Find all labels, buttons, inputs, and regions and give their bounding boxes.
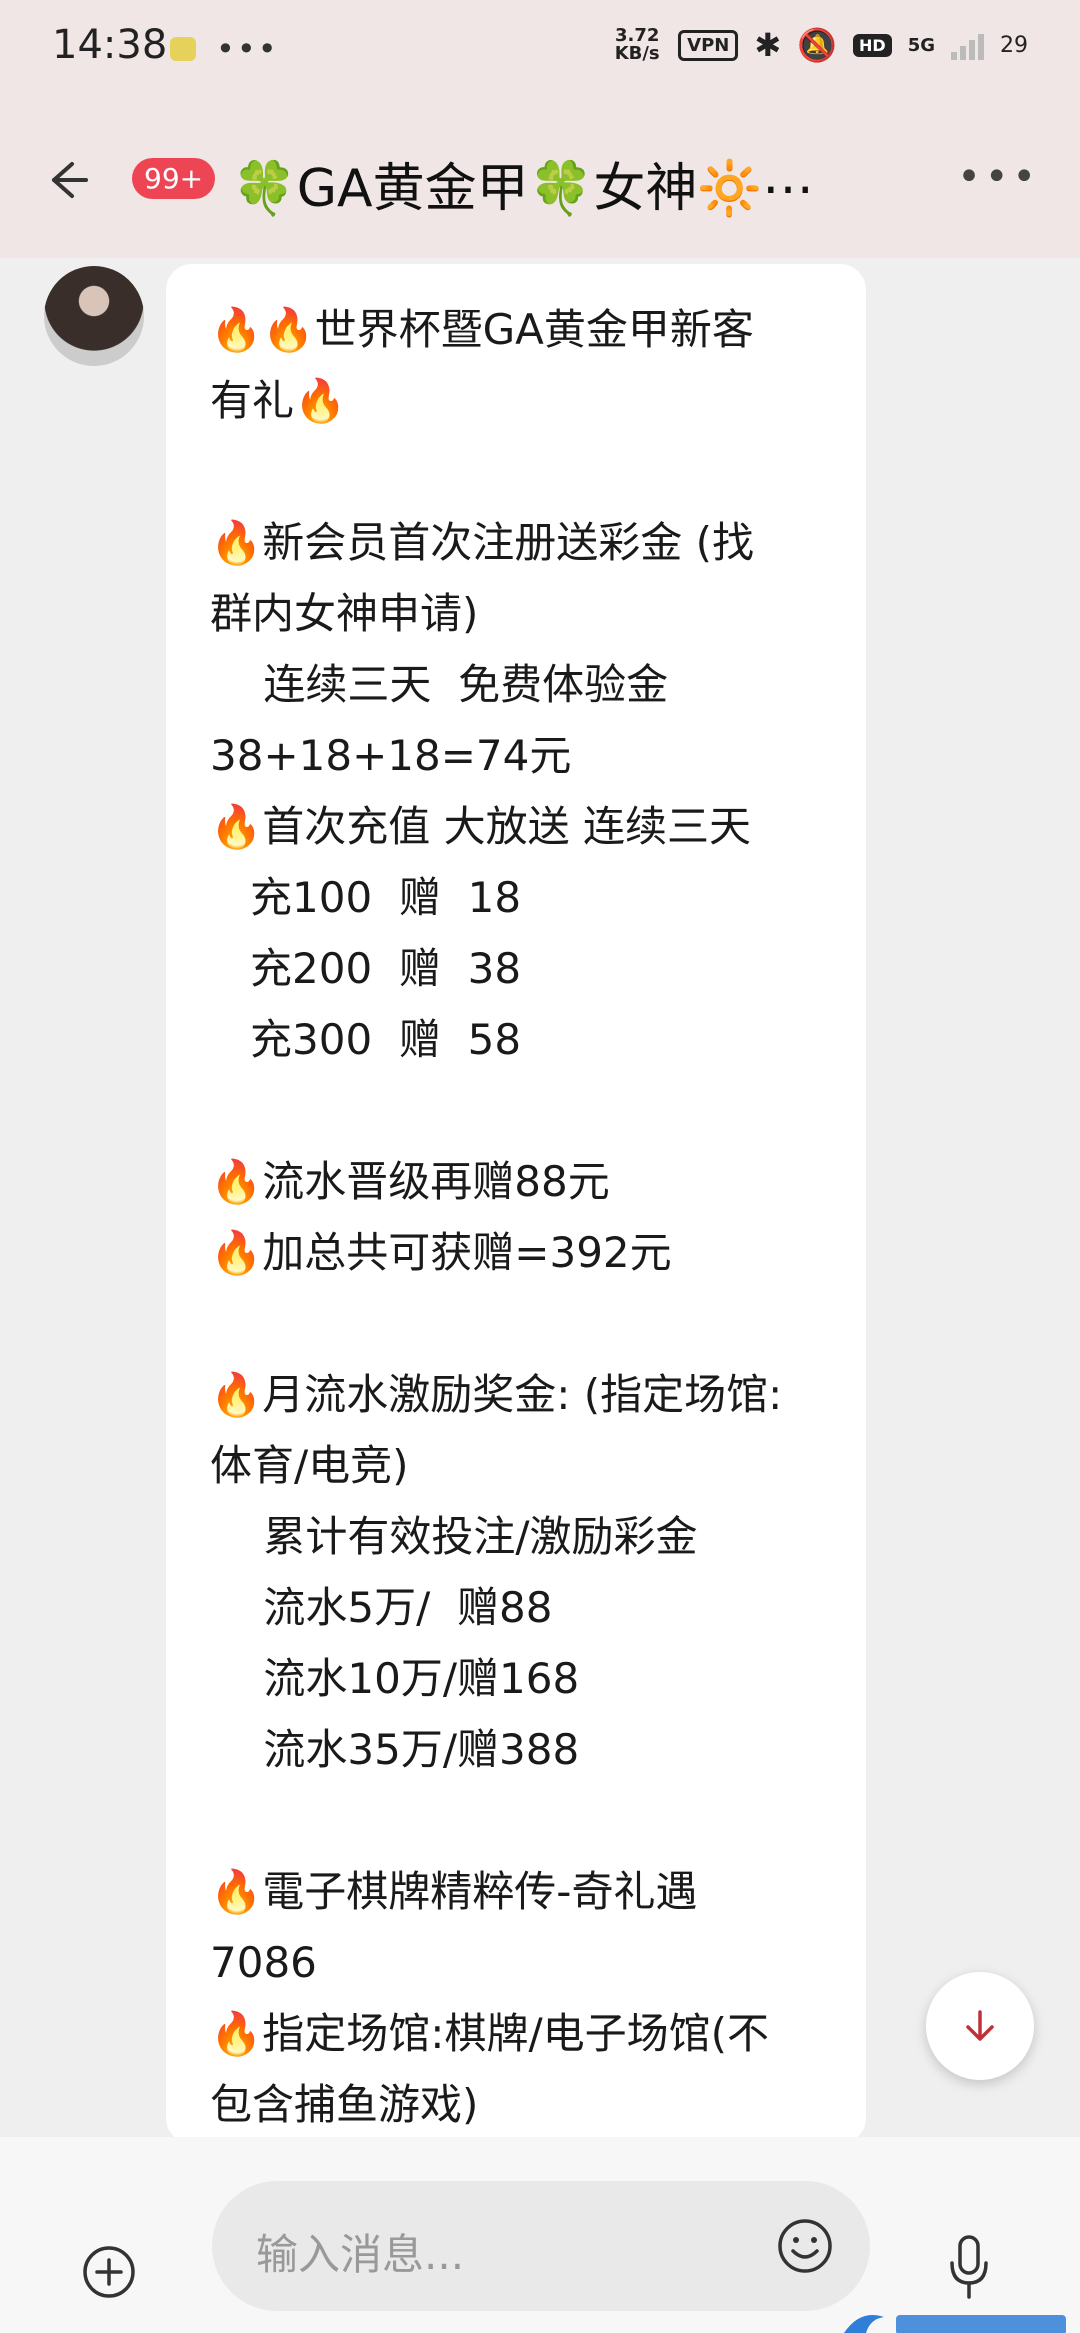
message-line: 🔥流水晋级再赠88元 — [210, 1157, 610, 1206]
message-input[interactable]: 输入消息... — [212, 2181, 870, 2311]
vpn-icon: VPN — [678, 29, 739, 61]
message-line: 充100 赠 18 — [210, 873, 522, 922]
bluetooth-icon: ✱ — [754, 26, 782, 64]
message-line: 38+18+18=74元 — [210, 731, 572, 780]
chat-title[interactable]: 🍀GA黄金甲🍀女神🔆⋯ — [232, 146, 902, 221]
message-line — [210, 1288, 822, 1359]
more-notifications-icon: ••• — [216, 30, 279, 68]
top-area: 14:38 ••• 3.72 KB/s VPN ✱ 🔕 HD 5G 29 99+… — [0, 0, 1080, 258]
message-line: 🔥電子棋牌精粹传-奇礼遇 — [210, 1867, 698, 1916]
network-speed: 3.72 KB/s — [614, 25, 660, 64]
message-line: 连续三天 免费体验金 — [210, 660, 669, 709]
back-arrow-icon — [52, 162, 88, 198]
more-menu-button[interactable]: ••• — [957, 154, 1040, 200]
status-time: 14:38 — [52, 22, 168, 68]
message-line: 🔥指定场馆:棋牌/电子场馆(不 — [210, 2009, 769, 2058]
arrow-down-icon — [966, 2010, 994, 2041]
input-bar: 输入消息... — [0, 2137, 1080, 2333]
add-attachment-button[interactable] — [82, 2245, 136, 2299]
voice-input-button[interactable] — [944, 2233, 994, 2303]
message-line: 累计有效投注/激励彩金 — [210, 1512, 698, 1561]
message-line: 体育/电竞) — [210, 1441, 409, 1490]
message-line: 🔥新会员首次注册送彩金 (找 — [210, 518, 755, 567]
smiley-icon — [778, 2219, 832, 2273]
message-line: 🔥🔥世界杯暨GA黄金甲新客 — [210, 305, 754, 354]
back-button[interactable] — [36, 150, 96, 210]
silent-bell-icon: 🔕 — [797, 26, 838, 64]
microphone-icon — [950, 2235, 988, 2299]
message-line: 流水10万/赠168 — [210, 1654, 580, 1703]
signal-icon — [951, 30, 984, 60]
message-line — [210, 1075, 822, 1146]
message-line: 7086 — [210, 1938, 317, 1987]
emoji-button[interactable] — [776, 2217, 834, 2275]
message-line: 流水35万/赠388 — [210, 1725, 580, 1774]
battery-icon: 29 — [1000, 32, 1028, 58]
scroll-to-bottom-button[interactable] — [926, 1972, 1034, 2080]
message-line — [210, 436, 822, 507]
status-right-icons: 3.72 KB/s VPN ✱ 🔕 HD 5G 29 — [612, 26, 1028, 64]
message-line: 🔥首次充值 大放送 连续三天 — [210, 802, 751, 851]
message-line: 🔥加总共可获赠=392元 — [210, 1228, 672, 1277]
message-input-placeholder: 输入消息... — [256, 2230, 465, 2279]
plus-circle-icon — [83, 2246, 135, 2298]
watermark-logo — [840, 2305, 1080, 2333]
network-type: 5G — [907, 34, 935, 56]
chat-screen: 14:38 ••• 3.72 KB/s VPN ✱ 🔕 HD 5G 29 99+… — [0, 0, 1080, 2333]
message-line: 充300 赠 58 — [210, 1015, 522, 1064]
status-left-icons: ••• — [170, 30, 279, 68]
message-line: 充200 赠 38 — [210, 944, 522, 993]
message-line: 有礼🔥 — [210, 376, 347, 425]
avatar[interactable] — [44, 266, 144, 366]
unread-badge: 99+ — [132, 158, 216, 199]
message-line: 流水5万/ 赠88 — [210, 1583, 553, 1632]
message-line: 包含捕鱼游戏) — [210, 2080, 479, 2129]
hd-icon: HD — [853, 33, 892, 57]
message-line — [210, 1785, 822, 1856]
message-line: 🔥月流水激励奖金: (指定场馆: — [210, 1370, 783, 1419]
message-bubble[interactable]: 🔥🔥世界杯暨GA黄金甲新客 有礼🔥 🔥新会员首次注册送彩金 (找 群内女神申请)… — [166, 264, 866, 2144]
app-notification-icon — [170, 37, 196, 61]
message-line: 群内女神申请) — [210, 589, 479, 638]
